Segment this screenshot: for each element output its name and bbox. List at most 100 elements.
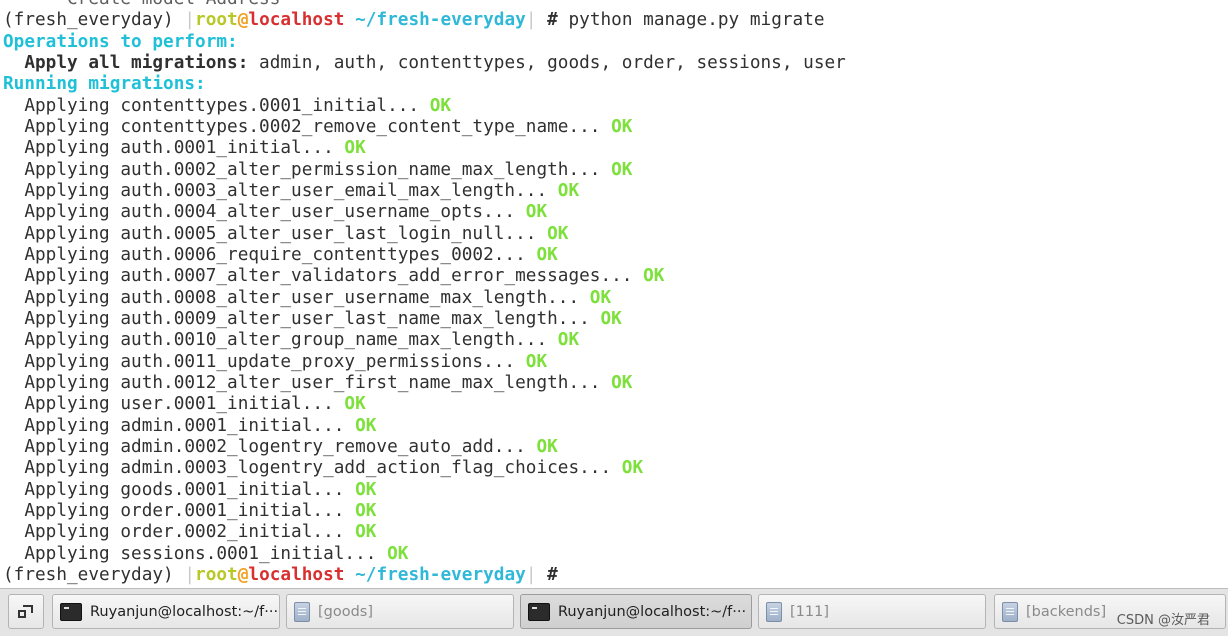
migration-name: Applying auth.0001_initial... (3, 138, 334, 159)
migration-space (515, 202, 526, 222)
apply-all-line: Apply all migrations: admin, auth, conte… (3, 53, 1228, 74)
prompt-line: (fresh_everyday) |root@localhost ~/fresh… (3, 10, 1228, 31)
terminal-lines: - Create model Address(fresh_everyday) |… (3, 0, 1228, 586)
terminal-output[interactable]: - Create model Address(fresh_everyday) |… (0, 0, 1228, 588)
migration-space (547, 181, 558, 201)
migration-name: Applying order.0001_initial... (3, 500, 345, 521)
taskbar-item-label: Ruyanjun@localhost:~/f··· (558, 603, 747, 620)
migration-line: Applying contenttypes.0002_remove_conten… (3, 117, 1228, 138)
prompt-at: @ (237, 10, 249, 31)
apply-all-apps: admin, auth, contenttypes, goods, order,… (248, 52, 846, 73)
prompt-venv: (fresh_everyday) (3, 564, 174, 585)
migration-name: Applying auth.0009_alter_user_last_name_… (3, 308, 590, 329)
migration-line: Applying goods.0001_initial... OK (3, 480, 1228, 501)
migration-status: OK (344, 394, 366, 415)
migration-status: OK (547, 223, 569, 244)
migration-line: Applying auth.0002_alter_permission_name… (3, 160, 1228, 181)
terminal-icon (60, 602, 82, 621)
migration-space (526, 437, 537, 457)
migration-line: Applying auth.0006_require_contenttypes_… (3, 245, 1228, 266)
prompt-user: root (195, 10, 238, 31)
migration-name: Applying admin.0003_logentry_add_action_… (3, 458, 612, 479)
prompt-cwd: ~/fresh-everyday (355, 10, 526, 31)
migration-line: Applying auth.0011_update_proxy_permissi… (3, 352, 1228, 373)
migration-name: Applying goods.0001_initial... (3, 479, 345, 500)
migration-line: Applying auth.0012_alter_user_first_name… (3, 373, 1228, 394)
prompt-line: (fresh_everyday) |root@localhost ~/fresh… (3, 565, 1228, 586)
migration-line: Applying contenttypes.0001_initial... OK (3, 96, 1228, 117)
taskbar-item-label: [111] (790, 603, 829, 620)
migration-name: Applying auth.0006_require_contenttypes_… (3, 244, 526, 265)
document-icon (294, 601, 310, 622)
migration-line: Applying auth.0005_alter_user_last_login… (3, 224, 1228, 245)
migration-name: Applying auth.0011_update_proxy_permissi… (3, 351, 516, 372)
migration-status: OK (355, 479, 377, 500)
migration-status: OK (355, 415, 377, 436)
migration-line: Applying admin.0003_logentry_add_action_… (3, 458, 1228, 479)
migration-space (526, 245, 537, 265)
prompt-cwd: ~/fresh-everyday (355, 564, 526, 585)
show-desktop-button[interactable] (8, 594, 44, 629)
migration-status: OK (600, 308, 622, 329)
migration-space (344, 416, 355, 436)
migration-status: OK (387, 543, 409, 564)
migration-space (600, 160, 611, 180)
prompt-venv: (fresh_everyday) (3, 10, 174, 31)
migration-status: OK (557, 180, 580, 201)
migration-space (376, 544, 387, 564)
migration-line: Applying admin.0002_logentry_remove_auto… (3, 437, 1228, 458)
migration-space (344, 501, 355, 521)
section-header: Operations to perform: (3, 32, 1228, 53)
migration-status: OK (355, 500, 377, 521)
section-header-text: Operations to perform: (3, 31, 238, 52)
migration-line: Applying order.0001_initial... OK (3, 501, 1228, 522)
migration-space (334, 394, 345, 414)
migration-name: Applying auth.0007_alter_validators_add_… (3, 266, 633, 287)
migration-status: OK (536, 244, 558, 265)
migration-name: Applying auth.0002_alter_permission_name… (3, 159, 601, 180)
migration-status: OK (344, 138, 366, 159)
migration-line: Applying auth.0008_alter_user_username_m… (3, 288, 1228, 309)
taskbar-item-111[interactable]: [111] (758, 594, 986, 629)
migration-space (515, 352, 526, 372)
prompt-command: python manage.py migrate (557, 10, 825, 31)
migration-line: Applying admin.0001_initial... OK (3, 416, 1228, 437)
taskbar-item-label: Ruyanjun@localhost:~/f··· (90, 603, 279, 620)
migration-name: Applying admin.0001_initial... (3, 415, 345, 436)
migration-status: OK (643, 266, 665, 287)
section-header: Running migrations: (3, 74, 1228, 95)
taskbar-item-terminal-2[interactable]: Ruyanjun@localhost:~/f··· (520, 594, 752, 629)
migration-name: Applying contenttypes.0001_initial... (3, 95, 420, 116)
migration-line: Applying auth.0001_initial... OK (3, 138, 1228, 159)
migration-name: Applying user.0001_initial... (3, 394, 334, 415)
migration-name: Applying auth.0005_alter_user_last_login… (3, 223, 537, 244)
prompt-separator: | (184, 564, 196, 585)
migration-space (632, 266, 643, 286)
migration-line: Applying order.0002_initial... OK (3, 522, 1228, 543)
taskbar: Ruyanjun@localhost:~/f··· [goods] Ruyanj… (0, 588, 1228, 636)
migration-status: OK (536, 436, 558, 457)
taskbar-item-label: [goods] (318, 603, 374, 620)
migration-space (344, 480, 355, 500)
migration-line: Applying auth.0010_alter_group_name_max_… (3, 330, 1228, 351)
migration-space (536, 224, 547, 244)
prompt-at: @ (237, 564, 249, 585)
prompt-user: root (195, 564, 238, 585)
migration-space (547, 330, 558, 350)
migration-status: OK (611, 159, 633, 180)
prompt-separator: | (184, 10, 196, 31)
migration-space (600, 117, 611, 137)
taskbar-item-terminal-1[interactable]: Ruyanjun@localhost:~/f··· (52, 594, 280, 629)
document-icon (766, 601, 782, 622)
prompt-symbol: # (547, 564, 558, 585)
taskbar-item-label: [backends] (1026, 603, 1107, 620)
migration-space (611, 458, 622, 478)
taskbar-item-goods[interactable]: [goods] (286, 594, 514, 629)
migration-status: OK (611, 116, 633, 137)
output-line: - Create model Address (3, 0, 1228, 10)
terminal-icon (528, 602, 550, 621)
